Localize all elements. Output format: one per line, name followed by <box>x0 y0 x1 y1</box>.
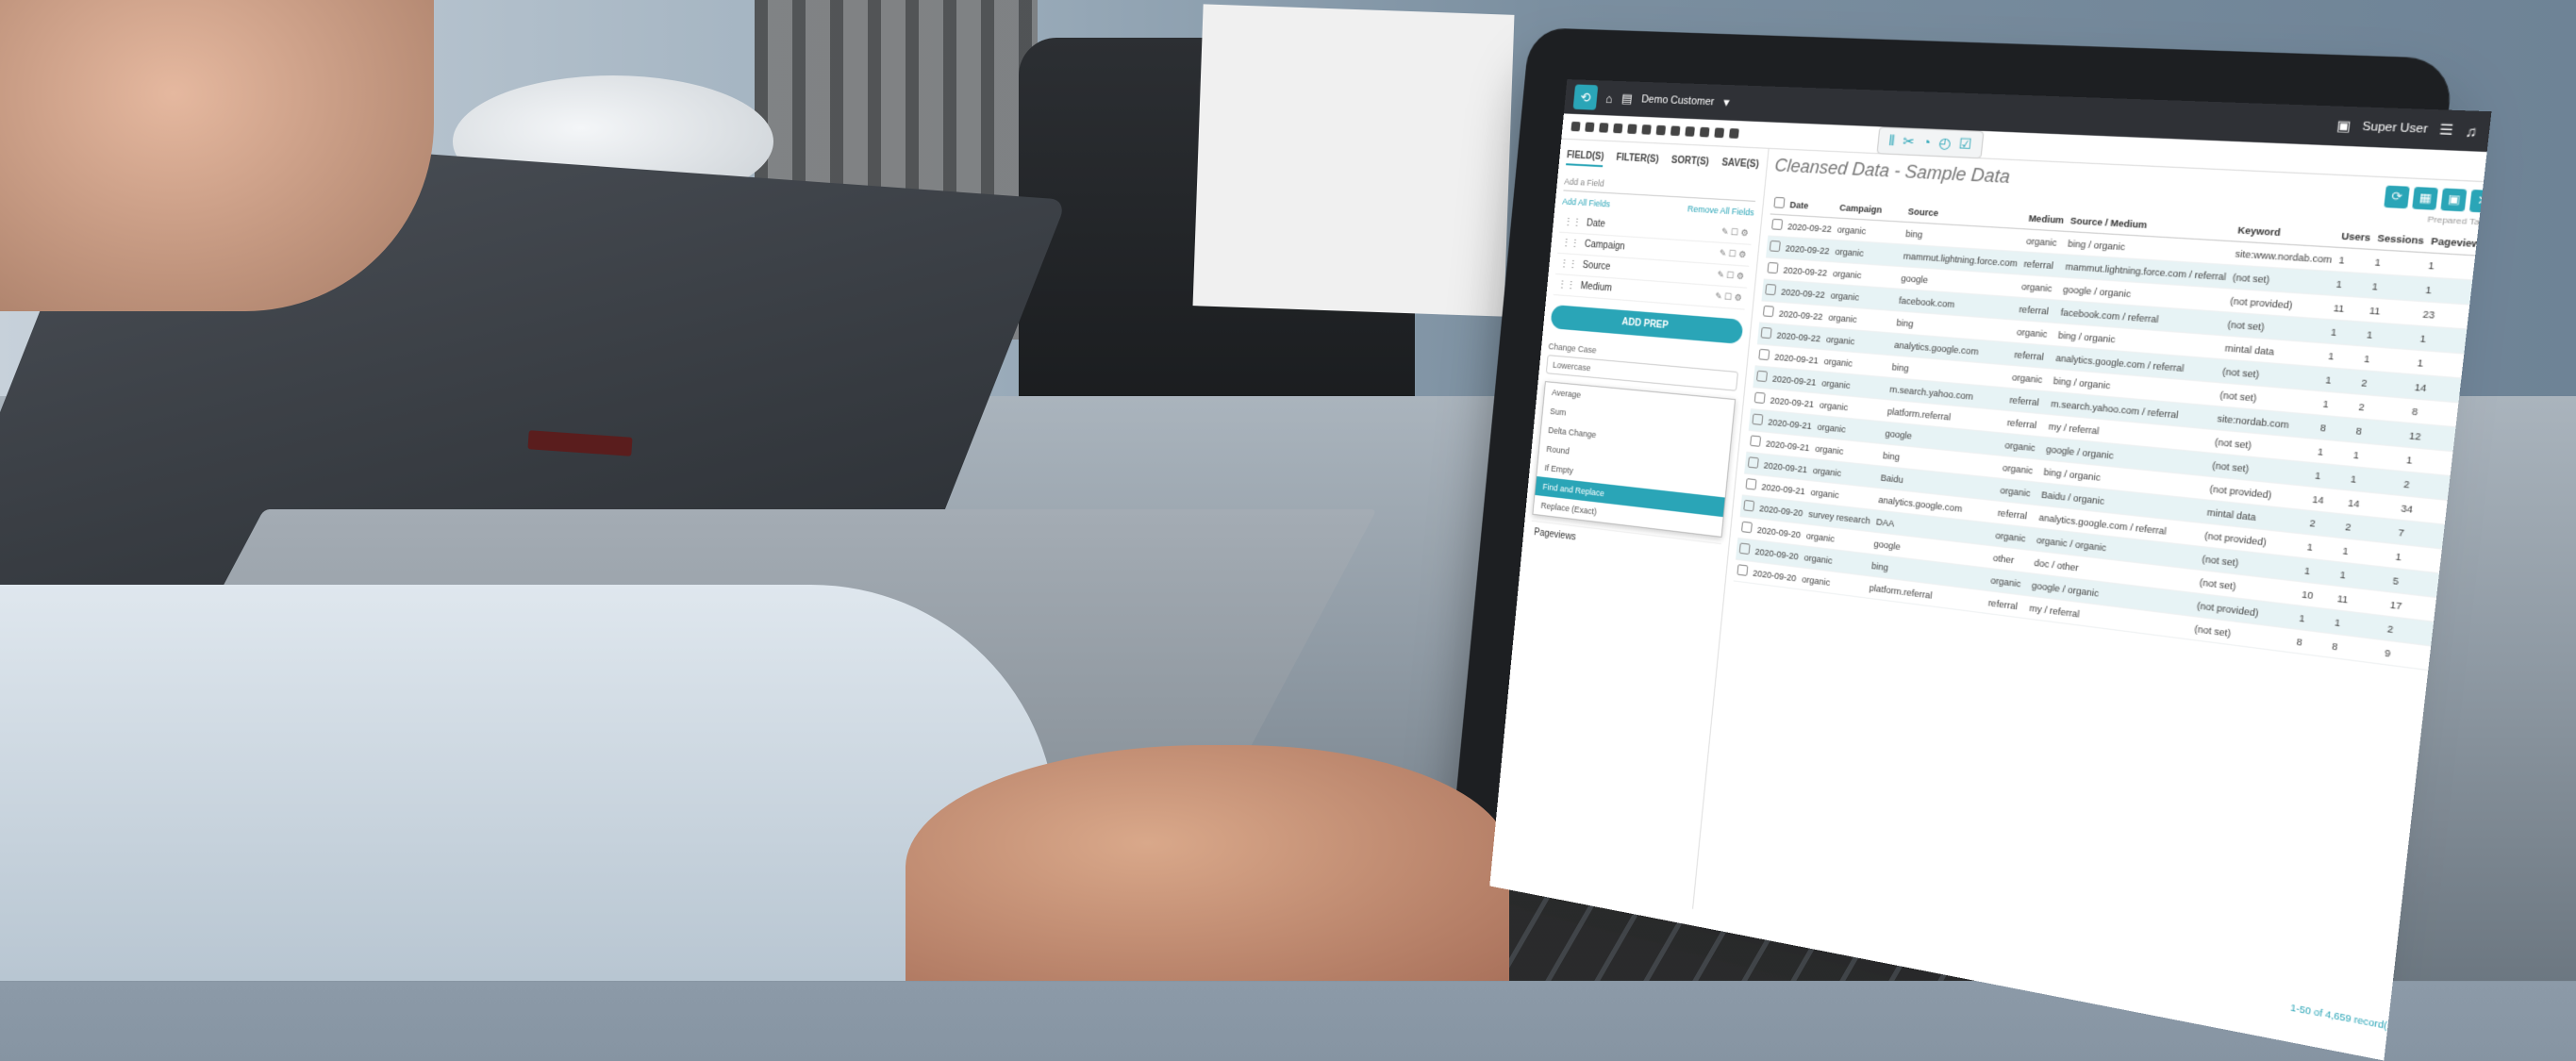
field-actions-icon[interactable]: ✎ ☐ ⚙ <box>1717 270 1744 282</box>
tools-icon[interactable]: ✂ <box>1902 132 1915 150</box>
home-icon[interactable]: ⌂ <box>1605 91 1614 106</box>
person-face <box>0 0 434 311</box>
app-logo-icon[interactable]: ⟲ <box>1572 84 1599 110</box>
document-icon[interactable]: ▤ <box>1620 91 1633 107</box>
field-actions-icon[interactable]: ✎ ☐ ⚙ <box>1715 291 1742 305</box>
data-table: Date Campaign Source Medium Source / Medium K… <box>1733 192 2492 672</box>
table-cell: referral <box>1984 590 2028 619</box>
tool-icon[interactable] <box>1641 124 1652 135</box>
tab-filters[interactable]: FILTER(S) <box>1615 150 1659 171</box>
table-body: 2020-09-22 organic bing organic bing / organ… <box>1733 213 2489 672</box>
table-cell: organic <box>2017 274 2062 301</box>
table-cell: 2020-09-22 <box>1784 214 1836 240</box>
menu-icon[interactable]: ☰ <box>2438 121 2454 139</box>
table-cell: referral <box>2019 251 2064 277</box>
grid-icon[interactable]: ▦ <box>2412 186 2439 210</box>
notification-icon[interactable]: ♫ <box>2465 123 2478 140</box>
drag-handle-icon[interactable]: ⋮⋮ <box>1559 258 1578 270</box>
chevron-down-icon[interactable]: ▾ <box>1722 94 1730 110</box>
field-actions-icon[interactable]: ✎ ☐ ⚙ <box>1721 226 1749 239</box>
tool-icon[interactable] <box>1627 124 1637 135</box>
table-cell: 1 <box>2320 367 2360 394</box>
account-selector[interactable]: Demo Customer <box>1641 93 1715 108</box>
column-header[interactable]: Date <box>1786 193 1838 219</box>
data-panel: Cleansed Data - Sample Data ⟳ ▦ ▣ ✕ Prep… <box>1693 149 2492 1047</box>
table-cell: 1 <box>2334 247 2373 274</box>
table-cell: 8 <box>2315 415 2354 442</box>
tool-icon[interactable] <box>1699 126 1710 138</box>
table-cell: 8 <box>2291 628 2331 657</box>
table-cell: 1 <box>2367 274 2424 302</box>
refresh-icon[interactable]: ⟳ <box>2384 185 2410 208</box>
chart-icon[interactable]: ◔ <box>1921 134 1932 151</box>
field-label: Source <box>1582 259 1611 273</box>
column-header[interactable]: Medium <box>2024 207 2069 232</box>
tools-group: ⦀ ✂ ◔ ◴ ☑ <box>1876 125 1985 158</box>
tool-icon[interactable] <box>1585 122 1595 133</box>
table-cell: 1 <box>2310 462 2349 490</box>
tool-icon[interactable] <box>1685 126 1695 137</box>
table-cell: referral <box>2009 342 2054 369</box>
column-header[interactable]: Sessions <box>2372 225 2430 253</box>
papers <box>1192 4 1515 317</box>
tool-icon[interactable] <box>1599 123 1609 133</box>
tool-icon[interactable] <box>1728 128 1739 139</box>
tab-fields[interactable]: FIELD(S) <box>1566 147 1605 168</box>
add-prep-button[interactable]: ADD PREP <box>1550 304 1744 344</box>
field-label: Date <box>1586 218 1606 230</box>
remove-all-fields-link[interactable]: Remove All Fields <box>1687 204 1755 218</box>
table-cell: organic <box>2021 228 2067 255</box>
table-cell: 1 <box>2318 390 2357 419</box>
tab-sorts[interactable]: SORT(S) <box>1670 152 1710 173</box>
table-cell: 1 <box>2323 342 2363 371</box>
person-hand <box>906 745 1509 981</box>
prep-dropdown: Average Sum Delta Change Round If Empty … <box>1532 381 1736 538</box>
table-cell: organic <box>2012 320 2056 346</box>
person-arm <box>0 585 1056 981</box>
table-cell: 1 <box>2326 319 2365 346</box>
columns-icon[interactable]: ⦀ <box>1888 132 1896 150</box>
table-cell: 11 <box>2364 297 2421 326</box>
tool-icon[interactable] <box>1655 124 1667 136</box>
drag-handle-icon[interactable]: ⋮⋮ <box>1557 279 1576 290</box>
table-cell: 1 <box>2331 271 2370 298</box>
tool-icon[interactable] <box>1571 121 1581 132</box>
field-label: Medium <box>1580 280 1613 294</box>
table-cell: 11 <box>2328 295 2368 323</box>
add-all-fields-link[interactable]: Add All Fields <box>1562 196 1611 208</box>
drag-handle-icon[interactable]: ⋮⋮ <box>1561 238 1580 249</box>
tool-icon[interactable] <box>1613 123 1623 134</box>
tool-icon[interactable] <box>1670 125 1681 137</box>
sidebar-tabs: FIELD(S) FILTER(S) SORT(S) SAVE(S) <box>1566 147 1760 175</box>
column-header[interactable]: Users <box>2336 224 2376 250</box>
user-menu[interactable]: Super User <box>2362 121 2429 137</box>
laptop-screen: ⟲ ⌂ ▤ Demo Customer ▾ ▣ Super User ☰ ♫ ⦀… <box>1489 79 2492 1061</box>
save-icon[interactable]: ▣ <box>2440 187 2468 211</box>
table-cell: 1 <box>2313 439 2352 467</box>
field-label: Campaign <box>1584 239 1626 253</box>
table-cell: referral <box>2014 297 2059 323</box>
check-icon[interactable]: ☑ <box>1958 135 1972 153</box>
field-actions-icon[interactable]: ✎ ☐ ⚙ <box>1719 248 1746 260</box>
table-cell: 2020-09-22 <box>1781 237 1834 262</box>
pagination[interactable]: 1-50 of 4,659 record(s) <box>2290 1003 2397 1034</box>
tab-saves[interactable]: SAVE(S) <box>1720 155 1759 175</box>
table-cell: 1 <box>2369 249 2427 277</box>
user-icon[interactable]: ▣ <box>2335 117 2352 135</box>
tool-icon[interactable] <box>1714 127 1725 139</box>
table-cell: 14 <box>2307 486 2347 515</box>
drag-handle-icon[interactable]: ⋮⋮ <box>1563 217 1582 228</box>
gauge-icon[interactable]: ◴ <box>1937 134 1953 152</box>
